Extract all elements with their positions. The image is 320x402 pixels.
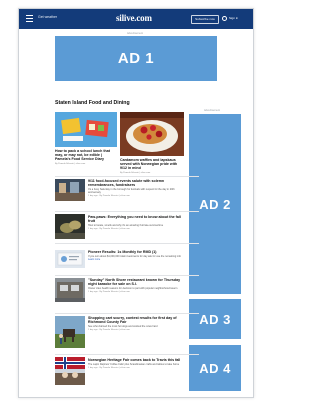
story-item[interactable]: 9/11 food-focused events salute with sol…	[88, 179, 185, 197]
sponsored-item[interactable]: Pioneer Results: 1s Monthly for RMD (1) …	[88, 250, 185, 261]
ad-3-banner[interactable]: AD 3	[189, 299, 241, 339]
story-thumbnail[interactable]	[55, 278, 85, 302]
story-summary: The Lapin Dapinos 'Coffee Café' plus Sca…	[88, 363, 180, 367]
weather-link[interactable]: Get weather	[38, 15, 57, 19]
divider	[55, 243, 199, 244]
story-thumbnail[interactable]	[55, 214, 85, 239]
story-thumbnail[interactable]	[55, 357, 85, 385]
story-headline[interactable]: How to pack a school lunch that may, or …	[55, 149, 117, 162]
story-headline[interactable]: Shopping cart scurry, contest results fo…	[88, 316, 185, 324]
page-frame: Get weather silive.com Subscribe now Sig…	[18, 8, 254, 398]
divider	[55, 176, 199, 177]
story-item[interactable]: Paw-paws: Everything you need to know ab…	[88, 215, 185, 230]
hamburger-menu-icon[interactable]	[26, 15, 33, 22]
divider	[55, 354, 199, 355]
story-headline[interactable]: Norwegian Heritage Fair comes back to Tr…	[88, 358, 185, 362]
top-nav-bar: Get weather silive.com Subscribe now Sig…	[19, 9, 253, 29]
story-headline[interactable]: Pioneer Results: 1s Monthly for RMD (1)	[88, 250, 185, 254]
story-summary: See who claimed the most hot dogs and wo…	[88, 325, 158, 329]
story-byline: 1 day ago · By Pamela Silvestri | silive…	[88, 195, 130, 198]
ad-2-banner[interactable]: AD 2	[189, 114, 241, 294]
ad-4-banner[interactable]: AD 4	[189, 345, 241, 391]
story-thumbnail-waffles[interactable]	[120, 112, 184, 156]
story-item[interactable]: Shopping cart scurry, contest results fo…	[88, 316, 185, 331]
site-logo[interactable]: silive.com	[116, 13, 152, 23]
divider	[55, 275, 199, 276]
story-item[interactable]: Cardamom waffles and lapskaus served wit…	[120, 158, 184, 174]
story-item[interactable]: How to pack a school lunch that may, or …	[55, 149, 117, 165]
ad-label: Advertisement	[127, 32, 143, 35]
story-item[interactable]: "Sunday" North Shore restaurant known fo…	[88, 278, 185, 293]
story-byline: 1 day ago · By Pamela Silvestri | silive…	[88, 367, 130, 370]
subscribe-button[interactable]: Subscribe now	[191, 15, 219, 24]
user-icon	[222, 16, 227, 21]
story-byline: By Pamela Silvestri | silive.com	[55, 162, 86, 165]
story-byline: 1 day ago · By Pamela Silvestri | silive…	[88, 228, 130, 231]
story-thumbnail-lunch[interactable]	[55, 112, 117, 147]
story-item[interactable]: Norwegian Heritage Fair comes back to Tr…	[88, 358, 185, 369]
story-thumbnail[interactable]	[55, 179, 85, 201]
ad-label: Advertisement	[204, 109, 220, 112]
story-summary: If you own about $1,000,000 total invest…	[88, 255, 181, 259]
story-summary: It's a busy Saturday in the borough for …	[88, 188, 175, 195]
story-headline[interactable]: "Sunday" North Shore restaurant known fo…	[88, 278, 185, 286]
divider	[55, 211, 199, 212]
story-headline[interactable]: Cardamom waffles and lapskaus served wit…	[120, 158, 184, 171]
story-headline[interactable]: 9/11 food-focused events salute with sol…	[88, 179, 185, 187]
story-byline: 1 day ago · By Pamela Silvestri | silive…	[88, 291, 130, 294]
story-thumbnail[interactable]	[55, 316, 85, 348]
learn-more-link[interactable]: Learn more	[88, 258, 185, 261]
story-byline: 1 day ago · By Pamela Silvestri | silive…	[88, 329, 130, 332]
sign-in-label: Sign in	[229, 16, 239, 20]
story-summary: Owner cites health reasons for decision …	[88, 287, 178, 291]
sponsored-thumbnail[interactable]	[55, 250, 85, 268]
section-title[interactable]: Staten Island Food and Dining	[55, 100, 130, 106]
story-byline: By Pamela Silvestri | silive.com	[120, 171, 151, 174]
story-headline[interactable]: Paw-paws: Everything you need to know ab…	[88, 215, 185, 223]
divider	[55, 313, 199, 314]
story-summary: How to locate, smells and why it's an am…	[88, 224, 164, 228]
ad-1-banner[interactable]: AD 1	[55, 36, 217, 81]
